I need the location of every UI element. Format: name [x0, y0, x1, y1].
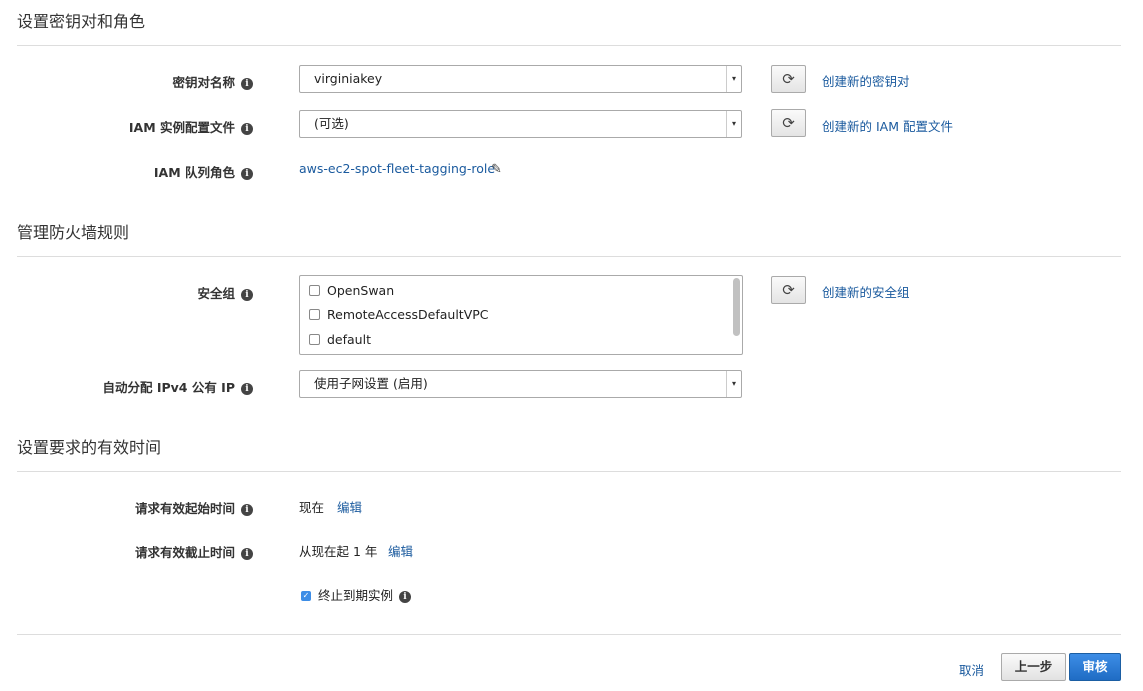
refresh-icon: ⟳: [782, 114, 795, 132]
terminate-label: 终止到期实例: [318, 588, 394, 603]
section-title-firewall: 管理防火墙规则: [17, 223, 130, 242]
valid-until-edit-link[interactable]: 编辑: [388, 541, 413, 560]
valid-from-value: 现在: [299, 500, 325, 515]
iam-profile-label-row: IAM 实例配置文件 i: [0, 117, 253, 136]
terminate-checkbox[interactable]: ✓: [301, 590, 311, 601]
public-ip-select[interactable]: 使用子网设置 (启用) ▾: [299, 370, 742, 398]
create-security-group-link[interactable]: 创建新的安全组: [822, 282, 910, 301]
security-group-list[interactable]: OpenSwan RemoteAccessDefaultVPC default: [299, 275, 743, 355]
scrollbar-thumb[interactable]: [733, 278, 740, 336]
public-ip-label-row: 自动分配 IPv4 公有 IP i: [0, 377, 253, 396]
checkbox[interactable]: [309, 309, 320, 320]
section-title-keypair-role: 设置密钥对和角色: [17, 12, 146, 31]
info-icon[interactable]: i: [241, 77, 253, 90]
iam-profile-label: IAM 实例配置文件: [128, 120, 235, 135]
public-ip-select-value: 使用子网设置 (启用): [314, 376, 428, 391]
security-group-item[interactable]: default: [309, 332, 371, 347]
divider: [17, 634, 1121, 635]
security-group-name: OpenSwan: [327, 283, 395, 298]
fleet-role-link[interactable]: aws-ec2-spot-fleet-tagging-role: [299, 161, 495, 176]
create-iam-profile-link[interactable]: 创建新的 IAM 配置文件: [822, 116, 953, 135]
public-ip-label: 自动分配 IPv4 公有 IP: [102, 380, 235, 395]
info-icon[interactable]: i: [241, 382, 253, 395]
checkbox[interactable]: [309, 334, 320, 345]
keypair-label-row: 密钥对名称 i: [0, 72, 253, 91]
info-icon[interactable]: i: [241, 547, 253, 560]
create-keypair-link[interactable]: 创建新的密钥对: [822, 71, 910, 90]
valid-from-label-row: 请求有效起始时间 i: [0, 498, 253, 517]
security-group-label-row: 安全组 i: [0, 283, 253, 302]
divider: [17, 256, 1121, 257]
fleet-role-label-row: IAM 队列角色 i: [0, 162, 253, 181]
fleet-role-label: IAM 队列角色: [153, 165, 235, 180]
iam-profile-select-value: (可选): [314, 116, 349, 131]
valid-until-value: 从现在起 1 年: [299, 544, 378, 559]
valid-until-label: 请求有效截止时间: [134, 545, 235, 560]
chevron-down-icon: ▾: [726, 111, 741, 137]
refresh-icon: ⟳: [782, 70, 795, 88]
refresh-keypair-button[interactable]: ⟳: [771, 65, 806, 93]
security-group-name: RemoteAccessDefaultVPC: [327, 307, 489, 322]
iam-profile-select[interactable]: (可选) ▾: [299, 110, 742, 138]
security-group-item[interactable]: OpenSwan: [309, 283, 394, 298]
chevron-down-icon: ▾: [726, 66, 741, 92]
valid-until-label-row: 请求有效截止时间 i: [0, 542, 253, 561]
chevron-down-icon: ▾: [726, 371, 741, 397]
security-group-name: default: [327, 332, 371, 347]
info-icon[interactable]: i: [241, 122, 253, 135]
valid-from-edit-link[interactable]: 编辑: [337, 497, 362, 516]
security-group-label: 安全组: [197, 286, 235, 301]
refresh-iam-profile-button[interactable]: ⟳: [771, 109, 806, 137]
keypair-label: 密钥对名称: [172, 75, 235, 90]
terminate-expired-row[interactable]: ✓ 终止到期实例 i: [301, 585, 412, 604]
refresh-icon: ⟳: [782, 281, 795, 299]
valid-from-label: 请求有效起始时间: [134, 501, 235, 516]
info-icon[interactable]: i: [241, 167, 253, 180]
security-group-item[interactable]: RemoteAccessDefaultVPC: [309, 307, 489, 322]
keypair-select[interactable]: virginiakey ▾: [299, 65, 742, 93]
section-title-validity: 设置要求的有效时间: [17, 438, 162, 457]
cancel-link[interactable]: 取消: [959, 660, 984, 679]
keypair-select-value: virginiakey: [314, 71, 383, 86]
divider: [17, 45, 1121, 46]
info-icon[interactable]: i: [241, 503, 253, 516]
info-icon[interactable]: i: [241, 288, 253, 301]
checkbox[interactable]: [309, 285, 320, 296]
refresh-security-group-button[interactable]: ⟳: [771, 276, 806, 304]
info-icon[interactable]: i: [399, 590, 412, 603]
review-button[interactable]: 审核: [1069, 653, 1121, 681]
pencil-edit-icon[interactable]: ✎: [491, 162, 502, 177]
divider: [17, 471, 1121, 472]
previous-button[interactable]: 上一步: [1001, 653, 1066, 681]
